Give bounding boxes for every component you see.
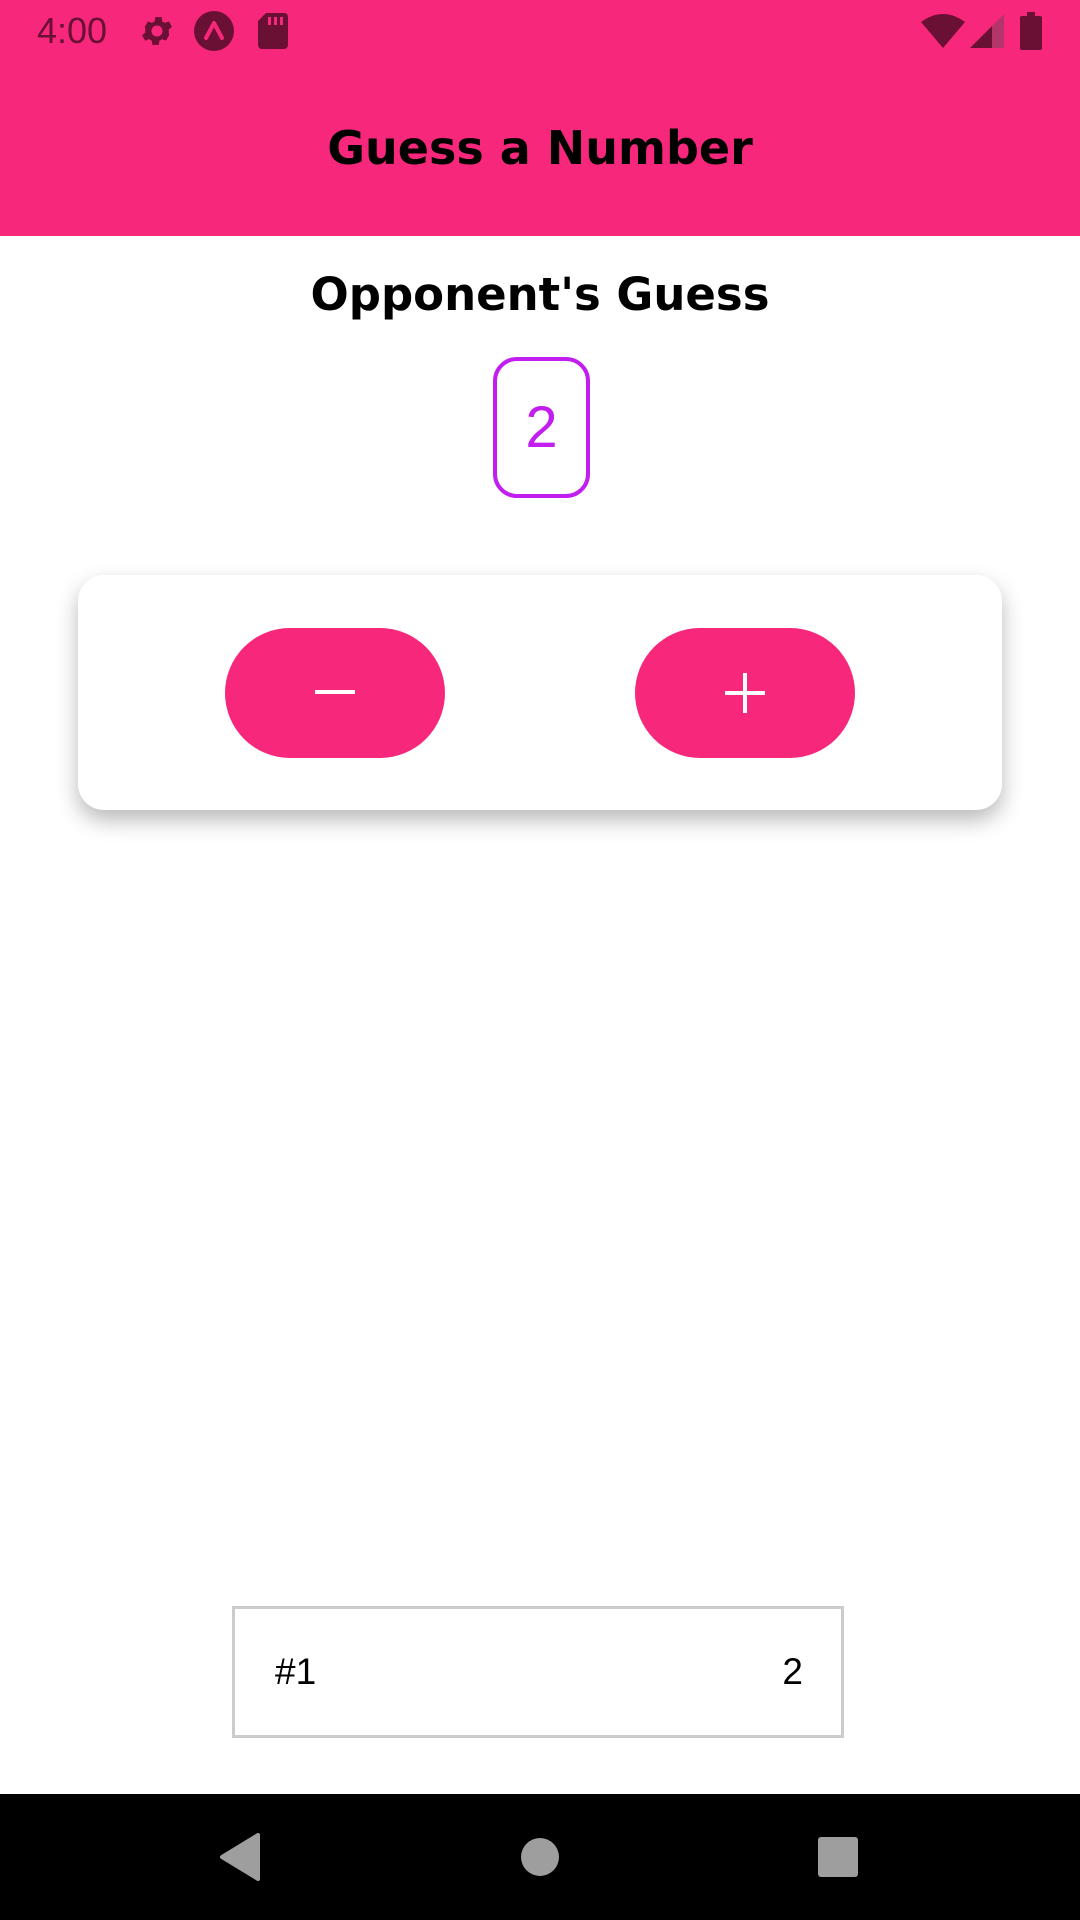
- home-button[interactable]: [490, 1794, 590, 1920]
- settings-icon: [138, 12, 176, 55]
- plus-icon: [725, 673, 765, 713]
- opponent-guess-title: Opponent's Guess: [310, 268, 770, 321]
- navigation-bar: [0, 1794, 1080, 1920]
- current-guess-value: 2: [525, 395, 558, 460]
- status-bar: 4:00: [0, 0, 1080, 64]
- app-title: Guess a Number: [327, 121, 753, 175]
- sd-card-icon: [258, 13, 288, 54]
- signal-icon: [970, 14, 1004, 53]
- back-icon: [220, 1833, 260, 1881]
- lower-button[interactable]: [225, 628, 445, 758]
- current-guess-box: 2: [493, 357, 590, 498]
- back-button[interactable]: [190, 1794, 290, 1920]
- recents-icon: [818, 1837, 858, 1877]
- home-icon: [521, 1838, 559, 1876]
- app-header: Guess a Number: [0, 64, 1080, 236]
- guess-log-item: #1 2: [232, 1606, 844, 1738]
- screen: 4:00 Guess a Number Opponent's Guess 2 #…: [0, 0, 1080, 1920]
- control-card: [78, 575, 1002, 810]
- guess-log-round: #1: [275, 1651, 317, 1692]
- guess-log-value: 2: [782, 1651, 803, 1692]
- minus-icon: [315, 690, 355, 694]
- higher-button[interactable]: [635, 628, 855, 758]
- wifi-icon: [921, 14, 965, 53]
- recents-button[interactable]: [788, 1794, 888, 1920]
- expo-icon: [194, 11, 234, 56]
- status-time: 4:00: [37, 10, 108, 51]
- battery-icon: [1020, 12, 1042, 55]
